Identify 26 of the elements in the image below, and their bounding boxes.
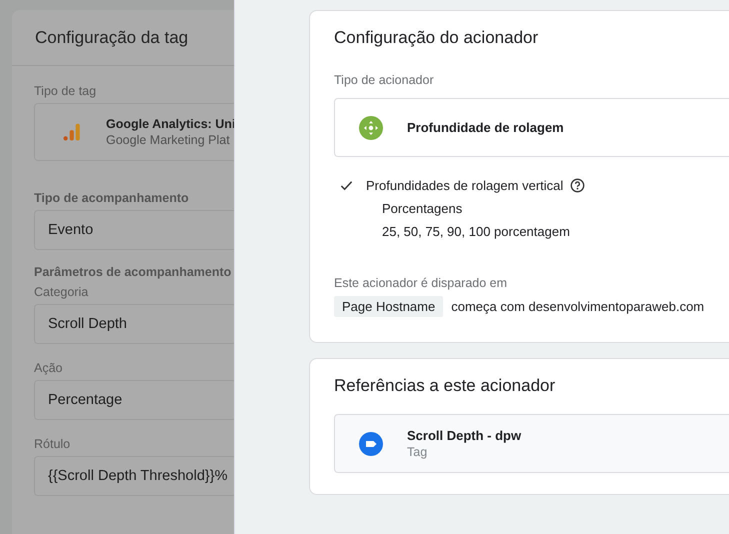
reference-name: Scroll Depth - dpw (407, 428, 522, 443)
filter-condition: começa com desenvolvimentoparaweb.com (451, 299, 704, 314)
field-label: Ação (34, 361, 64, 375)
card-title: Referências a este acionador (334, 376, 556, 396)
reference-type: Tag (407, 445, 428, 459)
option-label: Profundidades de rolagem vertical (366, 178, 564, 192)
field-label: Tipo de tag (34, 84, 98, 98)
card-title: Configuração do acionador (334, 28, 540, 48)
help-icon[interactable] (570, 178, 586, 192)
option-sublabel: Porcentagens (382, 201, 464, 216)
move-arrows-icon (359, 116, 383, 140)
tag-type-vendor: Google Marketing Plat (106, 133, 231, 147)
variable-chip: Page Hostname (334, 296, 444, 317)
section-heading: Parâmetros de acompanhamento (34, 265, 232, 279)
option-values: 25, 50, 75, 90, 100 porcentagem (382, 224, 571, 239)
trigger-type-card[interactable]: Profundidade de rolagem (334, 98, 729, 157)
field-label: Este acionador é disparado em (334, 276, 508, 290)
reference-item[interactable]: Scroll Depth - dpw Tag (334, 414, 729, 473)
field-label: Tipo de acionador (334, 73, 435, 87)
card-title: Configuração da tag (35, 28, 188, 48)
trigger-type-name: Profundidade de rolagem (407, 120, 564, 135)
field-label: Tipo de acompanhamento (34, 191, 190, 205)
field-label: Categoria (34, 285, 90, 299)
tag-icon (359, 432, 383, 456)
field-label: Rótulo (34, 437, 72, 451)
bar-chart-icon (61, 121, 83, 143)
